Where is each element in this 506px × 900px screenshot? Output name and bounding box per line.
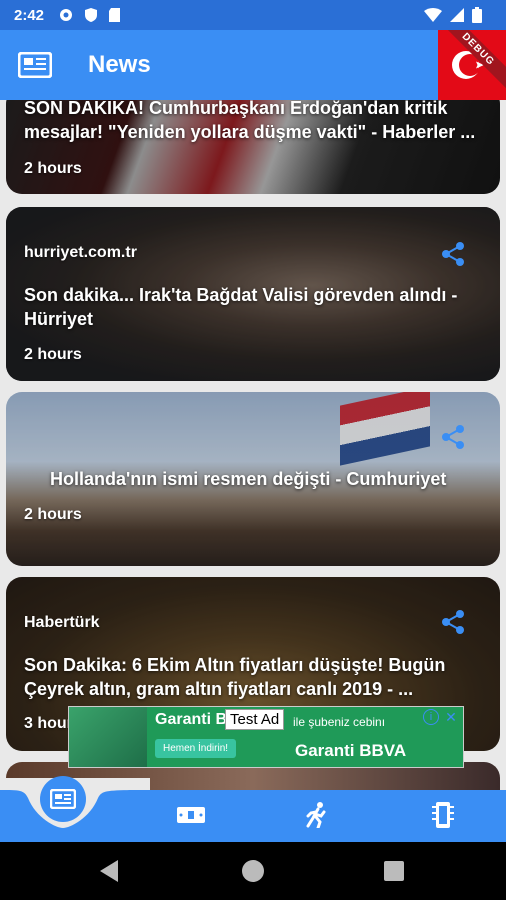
news-card-headline: Son dakika... Irak'ta Bağdat Valisi göre… <box>24 285 458 329</box>
page-title: News <box>88 51 151 78</box>
chip-icon <box>432 802 454 828</box>
turkey-flag-button[interactable]: DEBUG <box>438 30 506 100</box>
news-card-time: 2 hours <box>24 160 82 177</box>
money-icon <box>177 807 205 823</box>
ad-brand-full: Garanti BBVA <box>295 741 407 760</box>
gear-icon <box>60 9 73 21</box>
nav-finance-button[interactable] <box>176 800 206 830</box>
news-card-headline: Hollanda'nın ismi resmen değişti - Cumhu… <box>50 469 447 489</box>
news-card-headline: Son Dakika: 6 Ekim Altın fiyatları düşüş… <box>24 655 446 699</box>
shield-icon <box>85 8 98 22</box>
news-card-source: Habertürk <box>24 614 100 631</box>
news-card-headline: SON DAKİKA! Cumhurbaşkanı Erdoğan'dan kr… <box>24 100 476 142</box>
test-ad-label: Test Ad <box>225 709 285 730</box>
news-card-time: 2 hours <box>24 506 82 523</box>
ad-download-button[interactable]: Hemen İndirin! <box>155 739 237 758</box>
news-card[interactable]: Hollanda'nın ismi resmen değişti - Cumhu… <box>6 392 500 566</box>
bottom-nav <box>0 776 506 842</box>
ad-image <box>69 707 147 767</box>
home-icon[interactable] <box>242 860 264 882</box>
running-icon <box>306 802 326 828</box>
news-feed[interactable]: SON DAKİKA! Cumhurbaşkanı Erdoğan'dan kr… <box>0 100 506 790</box>
app-bar: News DEBUG <box>0 30 506 100</box>
wifi-icon <box>424 8 442 22</box>
news-card-time: 2 hours <box>24 346 82 363</box>
recent-apps-icon[interactable] <box>384 861 404 881</box>
news-card[interactable]: hurriyet.com.tr Son dakika... Irak'ta Ba… <box>6 207 500 381</box>
ad-close-icon[interactable]: ✕ <box>443 709 459 725</box>
news-card-source: hurriyet.com.tr <box>24 244 137 261</box>
nav-sports-button[interactable] <box>302 800 332 830</box>
nav-tech-button[interactable] <box>428 800 458 830</box>
sd-card-icon <box>109 8 121 22</box>
share-icon[interactable] <box>440 424 466 450</box>
ad-subtitle: ile şubeniz cebinı <box>293 715 386 729</box>
battery-icon <box>472 7 482 23</box>
signal-icon <box>450 8 464 22</box>
ad-brand: Garanti B <box>155 711 228 728</box>
newspaper-icon[interactable] <box>18 52 52 78</box>
nav-news-button[interactable] <box>40 776 86 822</box>
newspaper-icon <box>50 789 76 809</box>
share-icon[interactable] <box>440 609 466 635</box>
status-time: 2:42 <box>14 6 45 24</box>
status-bar: 2:42 <box>0 0 506 30</box>
news-card[interactable]: SON DAKİKA! Cumhurbaşkanı Erdoğan'dan kr… <box>6 100 500 194</box>
back-icon[interactable] <box>100 860 118 882</box>
share-icon[interactable] <box>440 241 466 267</box>
ad-banner[interactable]: Garanti B Test Ad ile şubeniz cebinı Hem… <box>68 706 464 768</box>
ad-info-icon[interactable]: i <box>423 709 439 725</box>
android-nav-bar <box>0 842 506 900</box>
